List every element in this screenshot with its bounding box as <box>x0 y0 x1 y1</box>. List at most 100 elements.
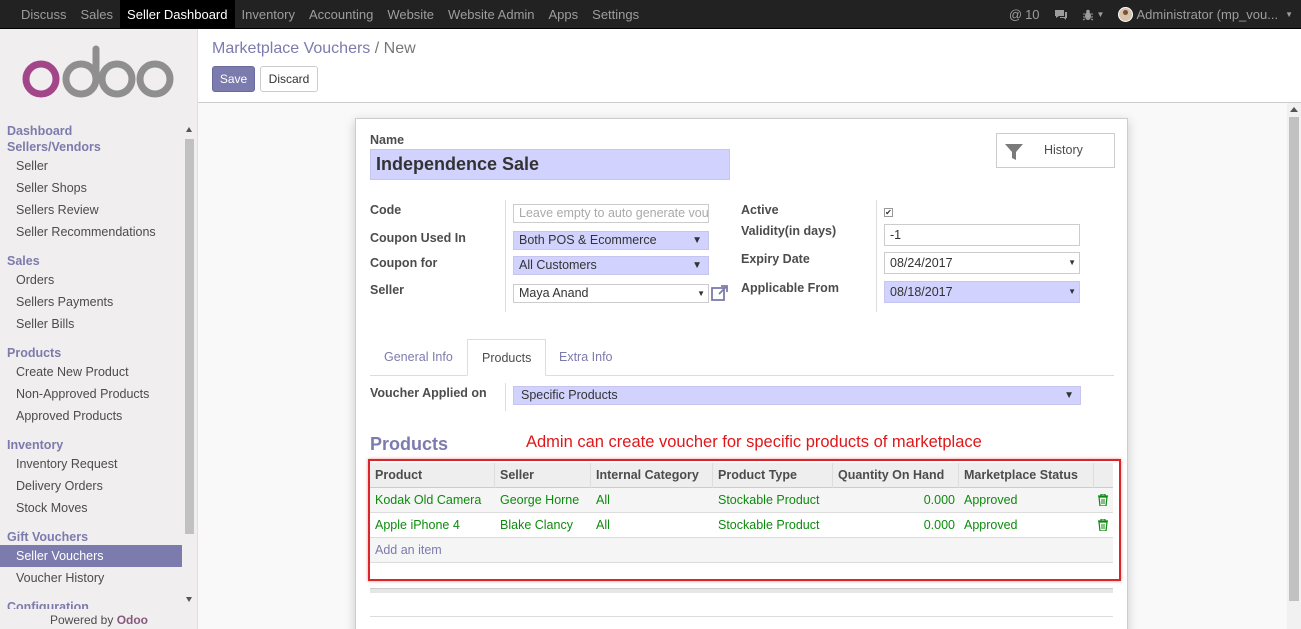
side-item-stock-moves[interactable]: Stock Moves <box>0 497 182 519</box>
side-section-gift-vouchers: Gift Vouchers <box>7 530 89 544</box>
side-section-sellers: Sellers/Vendors <box>7 140 101 154</box>
save-button[interactable]: Save <box>212 66 255 92</box>
side-item-approved-products[interactable]: Approved Products <box>0 405 182 427</box>
validity-label: Validity(in days) <box>741 224 837 238</box>
scroll-up-icon[interactable] <box>1290 107 1298 112</box>
annotation-highlight-box <box>368 459 1121 581</box>
caret-down-icon: ▼ <box>692 235 702 246</box>
history-button[interactable]: History <box>996 133 1115 168</box>
menu-website-admin[interactable]: Website Admin <box>441 0 541 29</box>
breadcrumb: Marketplace Vouchers / New <box>212 40 416 58</box>
active-checkbox[interactable]: ✔ <box>884 208 893 217</box>
name-input[interactable]: Independence Sale <box>370 149 730 180</box>
side-item-non-approved-products[interactable]: Non-Approved Products <box>0 383 182 405</box>
applicable-from-label: Applicable From <box>741 281 839 295</box>
caret-down-icon: ▼ <box>1064 390 1074 401</box>
at-icon: @ <box>1008 7 1023 22</box>
expiry-date-label: Expiry Date <box>741 252 810 266</box>
side-item-seller-vouchers[interactable]: Seller Vouchers <box>0 545 182 567</box>
voucher-applied-select[interactable]: Specific Products ▼ <box>513 386 1081 405</box>
side-item-seller[interactable]: Seller <box>0 155 182 177</box>
filter-icon <box>1005 144 1023 160</box>
debug-menu-button[interactable]: ▼ <box>1082 9 1105 21</box>
tab-products[interactable]: Products <box>467 339 547 376</box>
caret-down-icon: ▼ <box>1068 287 1076 296</box>
side-item-delivery-orders[interactable]: Delivery Orders <box>0 475 182 497</box>
code-input[interactable]: Leave empty to auto generate voucher cod… <box>513 204 709 223</box>
side-item-seller-recommendations[interactable]: Seller Recommendations <box>0 221 182 243</box>
coupon-for-value: All Customers <box>519 258 597 272</box>
menu-accounting[interactable]: Accounting <box>302 0 380 29</box>
history-label: History <box>1044 143 1083 157</box>
breadcrumb-separator: / <box>374 40 380 57</box>
powered-by: Powered by Odoo <box>0 613 198 627</box>
field-separator <box>876 200 877 312</box>
sidebar-scroll-thumb[interactable] <box>185 139 194 534</box>
sidebar-scrollbar[interactable] <box>185 127 194 602</box>
powered-by-brand[interactable]: Odoo <box>117 613 148 627</box>
menu-inventory[interactable]: Inventory <box>235 0 302 29</box>
annotation-text: Admin can create voucher for specific pr… <box>526 433 982 451</box>
external-link-icon[interactable] <box>711 284 729 302</box>
menu-sales[interactable]: Sales <box>74 0 121 29</box>
chat-button[interactable] <box>1054 9 1068 21</box>
side-section-sales: Sales <box>7 254 40 268</box>
main-scrollbar[interactable] <box>1287 103 1301 629</box>
expiry-date-input[interactable]: 08/24/2017 ▼ <box>884 252 1080 274</box>
side-section-products: Products <box>7 346 62 360</box>
coupon-used-in-select[interactable]: Both POS & Ecommerce ▼ <box>513 231 709 250</box>
side-item-voucher-history[interactable]: Voucher History <box>0 567 182 589</box>
coupon-for-label: Coupon for <box>370 256 438 270</box>
voucher-applied-label: Voucher Applied on <box>370 386 487 400</box>
bug-icon <box>1082 9 1093 20</box>
applicable-from-value: 08/18/2017 <box>890 285 953 299</box>
menu-website[interactable]: Website <box>380 0 441 29</box>
applicable-from-input[interactable]: 08/18/2017 ▼ <box>884 281 1080 303</box>
caret-down-icon: ▼ <box>1096 10 1105 19</box>
side-menu: Dashboard Sellers/Vendors Seller Seller … <box>0 123 182 609</box>
scroll-down-icon[interactable] <box>186 597 192 602</box>
table-footer <box>370 588 1113 593</box>
side-section-dashboard[interactable]: Dashboard <box>0 123 182 139</box>
breadcrumb-current: New <box>383 40 416 57</box>
code-label: Code <box>370 203 402 217</box>
control-panel: Marketplace Vouchers / New Save Discard <box>198 29 1301 103</box>
menu-settings[interactable]: Settings <box>585 0 646 29</box>
discard-button[interactable]: Discard <box>260 66 318 92</box>
notebook-tabs: General Info Products Extra Info <box>370 339 1114 376</box>
side-item-orders[interactable]: Orders <box>0 269 182 291</box>
main-scroll-thumb[interactable] <box>1289 117 1299 601</box>
user-menu[interactable]: Administrator (mp_vou... ▼ <box>1118 7 1293 22</box>
menu-apps[interactable]: Apps <box>542 0 586 29</box>
powered-by-text: Powered by <box>49 613 114 627</box>
tab-extra-info[interactable]: Extra Info <box>545 339 627 376</box>
coupon-for-select[interactable]: All Customers ▼ <box>513 256 709 275</box>
voucher-applied-value: Specific Products <box>521 388 618 402</box>
app-menu: Discuss Sales Seller Dashboard Inventory… <box>14 0 646 29</box>
sheet-divider <box>370 616 1113 617</box>
seller-select[interactable]: Maya Anand ▼ <box>513 284 709 303</box>
side-item-sellers-review[interactable]: Sellers Review <box>0 199 182 221</box>
side-item-seller-bills[interactable]: Seller Bills <box>0 313 182 335</box>
side-item-inventory-request[interactable]: Inventory Request <box>0 453 182 475</box>
mentions-count: 10 <box>1025 7 1040 22</box>
seller-value: Maya Anand <box>519 286 589 300</box>
user-name: Administrator (mp_vou... <box>1136 7 1279 22</box>
mentions-button[interactable]: @ 10 <box>1009 7 1040 22</box>
side-item-create-new-product[interactable]: Create New Product <box>0 361 182 383</box>
odoo-logo <box>22 45 174 98</box>
side-item-seller-shops[interactable]: Seller Shops <box>0 177 182 199</box>
side-section-inventory: Inventory <box>7 438 64 452</box>
validity-input[interactable]: -1 <box>884 224 1080 246</box>
breadcrumb-parent[interactable]: Marketplace Vouchers <box>212 40 370 57</box>
side-item-sellers-payments[interactable]: Sellers Payments <box>0 291 182 313</box>
caret-down-icon: ▼ <box>1285 10 1293 19</box>
menu-discuss[interactable]: Discuss <box>14 0 74 29</box>
caret-down-icon: ▼ <box>1068 258 1076 267</box>
scroll-up-icon[interactable] <box>186 127 192 132</box>
coupon-used-in-label: Coupon Used In <box>370 231 466 245</box>
caret-down-icon: ▼ <box>697 289 705 298</box>
menu-seller-dashboard[interactable]: Seller Dashboard <box>120 0 235 29</box>
tab-general-info[interactable]: General Info <box>370 339 467 376</box>
expiry-date-value: 08/24/2017 <box>890 256 953 270</box>
